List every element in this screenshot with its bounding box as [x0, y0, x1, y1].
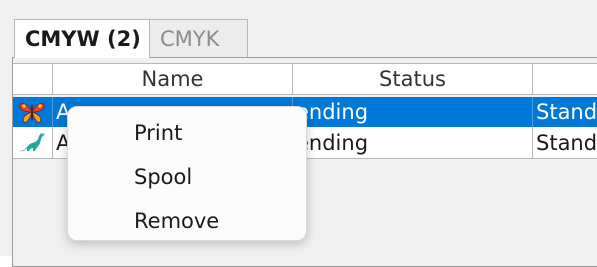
row-extra-cell: Stand [536, 131, 597, 155]
row-icon-cell [13, 127, 53, 158]
column-header-status[interactable]: Status [293, 64, 533, 94]
menu-item-remove[interactable]: Remove [134, 206, 219, 236]
column-header-extra[interactable] [533, 64, 597, 94]
row-status-cell: ending [293, 97, 533, 127]
tab-cmyw[interactable]: CMYW (2) [14, 19, 150, 58]
row-icon-cell [13, 97, 53, 127]
print-queue-window: CMYW (2) CMYK Name Status A ending Stand… [0, 0, 597, 267]
menu-item-spool[interactable]: Spool [134, 162, 192, 192]
row-status-cell: ending [293, 127, 533, 158]
dinosaur-icon [20, 133, 45, 152]
context-menu: Print Spool Remove [67, 106, 307, 241]
column-header-name[interactable]: Name [53, 64, 293, 94]
tab-cmyk[interactable]: CMYK [150, 19, 248, 57]
column-header-icon[interactable] [13, 64, 53, 94]
table-header-row: Name Status [13, 63, 597, 95]
row-extra-cell: Stand [533, 97, 597, 127]
butterfly-icon [19, 102, 45, 123]
menu-item-print[interactable]: Print [134, 118, 182, 148]
